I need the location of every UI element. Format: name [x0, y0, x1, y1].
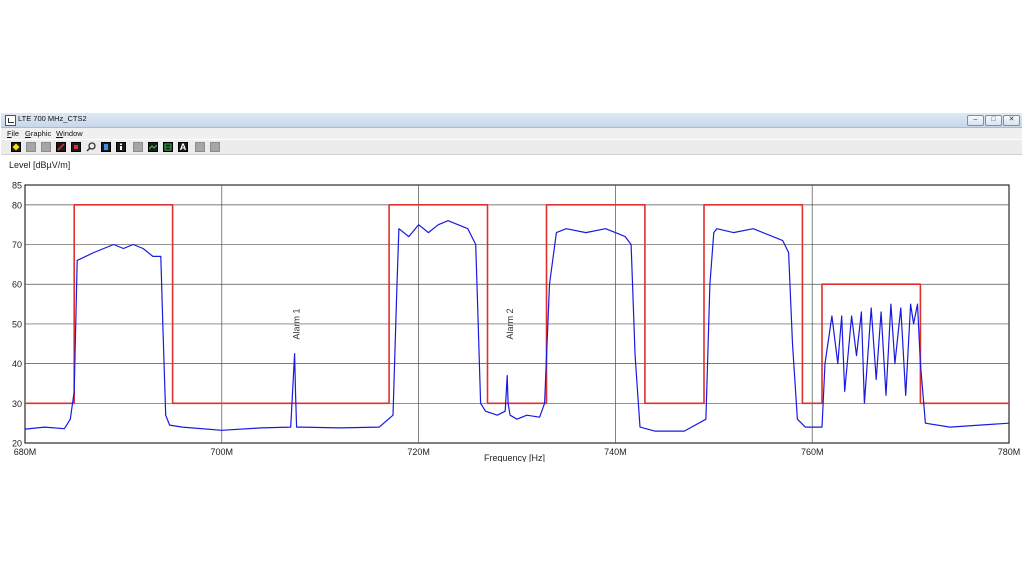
- spectrum-chart: Alarm 1 Alarm 2 2030405060708085 680M 700M…: [12, 181, 1021, 458]
- y-tick-label: 85: [12, 181, 22, 191]
- y-tick-label: 70: [12, 240, 22, 250]
- y-tick-label: 80: [12, 200, 22, 210]
- y-tick-label: 60: [12, 280, 22, 290]
- alarm-annotation: Alarm 2: [505, 308, 515, 339]
- x-tick-label: 780M: [998, 447, 1021, 457]
- app-window: LTE 700 MHz_CTS2 – □ ✕ File Graphic Wind…: [1, 113, 1022, 462]
- x-tick-label: 760M: [801, 447, 824, 457]
- x-tick-label: 680M: [14, 447, 37, 457]
- y-tick-label: 50: [12, 319, 22, 329]
- x-tick-label: 720M: [407, 447, 430, 457]
- x-tick-label: 700M: [211, 447, 234, 457]
- alarm-annotation: Alarm 1: [292, 308, 302, 339]
- x-axis-label: Frequency [Hz]: [484, 453, 546, 462]
- x-tick-label: 740M: [604, 447, 627, 457]
- y-tick-label: 30: [12, 399, 22, 409]
- y-tick-label: 40: [12, 359, 22, 369]
- y-axis-label: Level [dBµV/m]: [9, 160, 71, 170]
- y-tick-labels: 2030405060708085: [12, 181, 22, 449]
